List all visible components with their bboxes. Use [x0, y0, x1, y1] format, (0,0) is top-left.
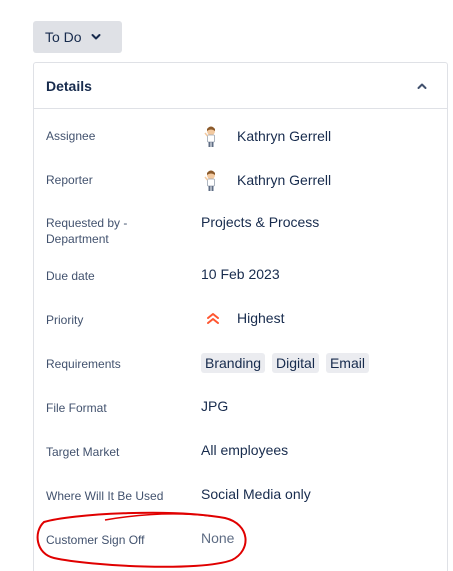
requested-by-value: Projects & Process [201, 214, 320, 230]
status-dropdown-button[interactable]: To Do [33, 21, 122, 53]
field-value-requested-by[interactable]: Projects & Process [201, 214, 319, 230]
field-label-customer-sign-off: Customer Sign Off [46, 533, 145, 547]
field-value-due-date[interactable]: 10 Feb 2023 [201, 266, 280, 282]
field-label-due-date: Due date [46, 269, 95, 283]
details-panel: Details Assignee Kathryn Gerrell Reporte… [33, 62, 448, 571]
field-value-assignee[interactable]: Kathryn Gerrell [201, 125, 331, 147]
details-header[interactable]: Details [34, 63, 447, 109]
field-label-assignee: Assignee [46, 129, 96, 143]
details-title: Details [46, 77, 92, 94]
field-label-target-market: Target Market [46, 445, 120, 459]
customer-sign-off-value: None [201, 530, 235, 546]
requirement-tag: Email [325, 353, 369, 373]
field-label-where-used: Where Will It Be Used [46, 489, 164, 503]
reporter-name: Kathryn Gerrell [237, 172, 332, 188]
field-value-priority[interactable]: Highest [201, 310, 284, 326]
assignee-name: Kathryn Gerrell [237, 128, 332, 144]
field-value-file-format[interactable]: JPG [201, 398, 228, 414]
priority-highest-icon [207, 313, 219, 324]
field-label-priority: Priority [46, 313, 84, 327]
status-label: To Do [45, 29, 82, 45]
field-value-customer-sign-off[interactable]: None [201, 530, 234, 546]
field-value-target-market[interactable]: All employees [201, 442, 288, 458]
field-label-requested-by: Requested by - Department [46, 216, 128, 246]
field-value-requirements[interactable]: Branding Digital Email [201, 353, 376, 373]
chevron-up-icon[interactable] [415, 79, 429, 93]
requirement-tag: Branding [201, 353, 266, 373]
requirement-tag: Digital [272, 353, 319, 373]
chevron-down-icon [91, 34, 101, 40]
avatar [204, 170, 215, 191]
field-label-file-format: File Format [46, 401, 107, 415]
avatar [204, 126, 215, 147]
field-value-where-used[interactable]: Social Media only [201, 486, 311, 502]
where-used-value: Social Media only [201, 486, 311, 502]
field-label-requirements: Requirements [46, 357, 121, 371]
file-format-value: JPG [201, 398, 229, 414]
field-value-reporter[interactable]: Kathryn Gerrell [201, 169, 331, 191]
field-label-reporter: Reporter [46, 173, 93, 187]
target-market-value: All employees [201, 442, 289, 458]
priority-value: Highest [237, 310, 285, 326]
due-date-value: 10 Feb 2023 [201, 266, 280, 282]
